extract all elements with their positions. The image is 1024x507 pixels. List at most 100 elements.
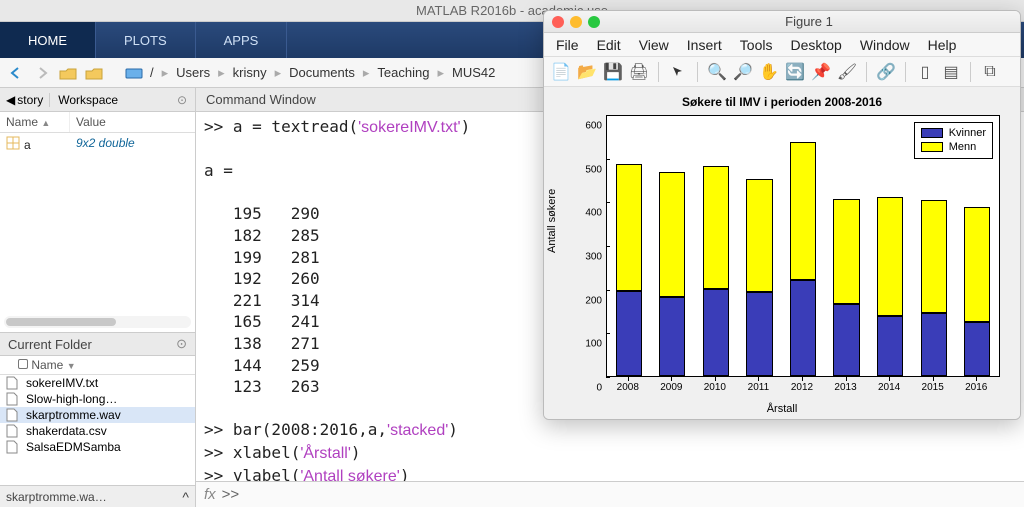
figure-canvas: Søkere til IMV i perioden 2008-2016 Anta…: [544, 87, 1020, 419]
save-icon[interactable]: 💾: [604, 63, 622, 81]
x-tick: 2013: [834, 382, 856, 393]
file-icon: [6, 424, 20, 438]
tab-plots[interactable]: PLOTS: [96, 22, 196, 58]
x-axis-label: Årstall: [544, 403, 1020, 415]
rotate-icon[interactable]: 🔄: [786, 63, 804, 81]
file-item[interactable]: SalsaEDMSamba: [0, 439, 195, 455]
x-tick: 2014: [878, 382, 900, 393]
bar: [877, 197, 903, 376]
menu-window[interactable]: Window: [860, 37, 910, 53]
crumb-1[interactable]: Users: [176, 65, 210, 80]
command-prompt-row[interactable]: fx >>: [196, 481, 1024, 507]
crumb-0[interactable]: /: [150, 65, 154, 80]
menu-file[interactable]: File: [556, 37, 579, 53]
zoom-icon[interactable]: [588, 16, 600, 28]
file-icon: [6, 408, 20, 422]
legend-kvinner: Kvinner: [949, 126, 986, 140]
open-icon[interactable]: 📂: [578, 63, 596, 81]
nav-up-icon[interactable]: [58, 63, 78, 83]
figure-titlebar[interactable]: Figure 1: [544, 11, 1020, 33]
legend-swatch-menn: [921, 142, 943, 152]
y-tick: 400: [585, 208, 602, 219]
pointer-icon[interactable]: [669, 63, 687, 81]
history-tab[interactable]: ◀ story: [0, 93, 50, 107]
workspace-title: Workspace: [58, 93, 118, 107]
y-tick: 600: [585, 121, 602, 132]
file-item[interactable]: Slow-high-long…: [0, 391, 195, 407]
nav-folder-icon[interactable]: [84, 63, 104, 83]
zoom-in-icon[interactable]: 🔍: [708, 63, 726, 81]
file-item[interactable]: shakerdata.csv: [0, 423, 195, 439]
toolbar-sep: [658, 62, 659, 82]
bar: [659, 172, 685, 376]
workspace-tab[interactable]: Workspace ⊙: [50, 93, 195, 107]
cf-col-name[interactable]: Name ▼: [0, 356, 195, 375]
menu-help[interactable]: Help: [928, 37, 957, 53]
axes: Kvinner Menn: [606, 115, 1000, 377]
chevron-right-icon: ▸: [275, 65, 282, 81]
bar: [833, 199, 859, 376]
brush-icon[interactable]: 🖌: [838, 63, 856, 81]
dock-icon[interactable]: ⧉: [981, 63, 999, 81]
chevron-right-icon: ▸: [363, 65, 370, 81]
crumb-2[interactable]: krisny: [233, 65, 267, 80]
ws-col-name[interactable]: Name ▲: [0, 112, 70, 132]
file-icon: [6, 376, 20, 390]
fx-icon[interactable]: fx: [204, 486, 216, 503]
chevron-right-icon: ▸: [162, 65, 169, 81]
panel-menu-icon[interactable]: ⊙: [176, 336, 187, 352]
expand-icon[interactable]: ^: [182, 489, 189, 505]
y-tick: 500: [585, 164, 602, 175]
x-tick: 2009: [660, 382, 682, 393]
toolbar-sep: [866, 62, 867, 82]
ws-row[interactable]: a 9x2 double: [0, 133, 195, 156]
menu-insert[interactable]: Insert: [687, 37, 722, 53]
minimize-icon[interactable]: [570, 16, 582, 28]
file-item[interactable]: sokereIMV.txt: [0, 375, 195, 391]
menu-view[interactable]: View: [639, 37, 669, 53]
zoom-out-icon[interactable]: 🔎: [734, 63, 752, 81]
ws-var-value: 9x2 double: [70, 133, 141, 156]
menu-edit[interactable]: Edit: [597, 37, 621, 53]
y-tick: 300: [585, 252, 602, 263]
y-tick: 0: [596, 383, 602, 394]
toolbar-sep: [697, 62, 698, 82]
bar: [964, 207, 990, 376]
file-icon: [6, 392, 20, 406]
figure-toolbar: 📄 📂 💾 🖨 🔍 🔎 ✋ 🔄 📌 🖌 🔗 ▯ ▤ ⧉: [544, 57, 1020, 87]
datatip-icon[interactable]: 📌: [812, 63, 830, 81]
close-icon[interactable]: [552, 16, 564, 28]
figure-menubar: File Edit View Insert Tools Desktop Wind…: [544, 33, 1020, 57]
file-name: skarptromme.wav: [26, 408, 121, 422]
crumb-4[interactable]: Teaching: [377, 65, 429, 80]
file-item[interactable]: skarptromme.wav: [0, 407, 195, 423]
link-icon[interactable]: 🔗: [877, 63, 895, 81]
x-tick: 2011: [748, 382, 770, 393]
panel-menu-icon[interactable]: ⊙: [177, 93, 187, 107]
figure-window[interactable]: Figure 1 File Edit View Insert Tools Des…: [543, 10, 1021, 420]
drive-icon[interactable]: [124, 63, 144, 83]
menu-desktop[interactable]: Desktop: [790, 37, 841, 53]
x-tick: 2015: [922, 382, 944, 393]
h-scrollbar[interactable]: [4, 316, 191, 328]
print-icon[interactable]: 🖨: [630, 63, 648, 81]
colorbar-icon[interactable]: ▯: [916, 63, 934, 81]
legend-menn: Menn: [949, 140, 977, 154]
chart-title: Søkere til IMV i perioden 2008-2016: [544, 95, 1020, 109]
pan-icon[interactable]: ✋: [760, 63, 778, 81]
menu-tools[interactable]: Tools: [740, 37, 773, 53]
ws-col-value[interactable]: Value: [70, 112, 112, 132]
new-figure-icon[interactable]: 📄: [552, 63, 570, 81]
legend-icon[interactable]: ▤: [942, 63, 960, 81]
prompt: >>: [222, 486, 240, 503]
current-folder-panel: Name ▼ sokereIMV.txtSlow-high-long…skarp…: [0, 356, 195, 485]
figure-title: Figure 1: [606, 14, 1012, 29]
crumb-5[interactable]: MUS42: [452, 65, 495, 80]
tab-home[interactable]: HOME: [0, 22, 96, 58]
nav-back-icon[interactable]: [6, 63, 26, 83]
tab-apps[interactable]: APPS: [196, 22, 288, 58]
crumb-3[interactable]: Documents: [289, 65, 355, 80]
nav-fwd-icon[interactable]: [32, 63, 52, 83]
bar: [921, 200, 947, 376]
legend[interactable]: Kvinner Menn: [914, 122, 993, 159]
